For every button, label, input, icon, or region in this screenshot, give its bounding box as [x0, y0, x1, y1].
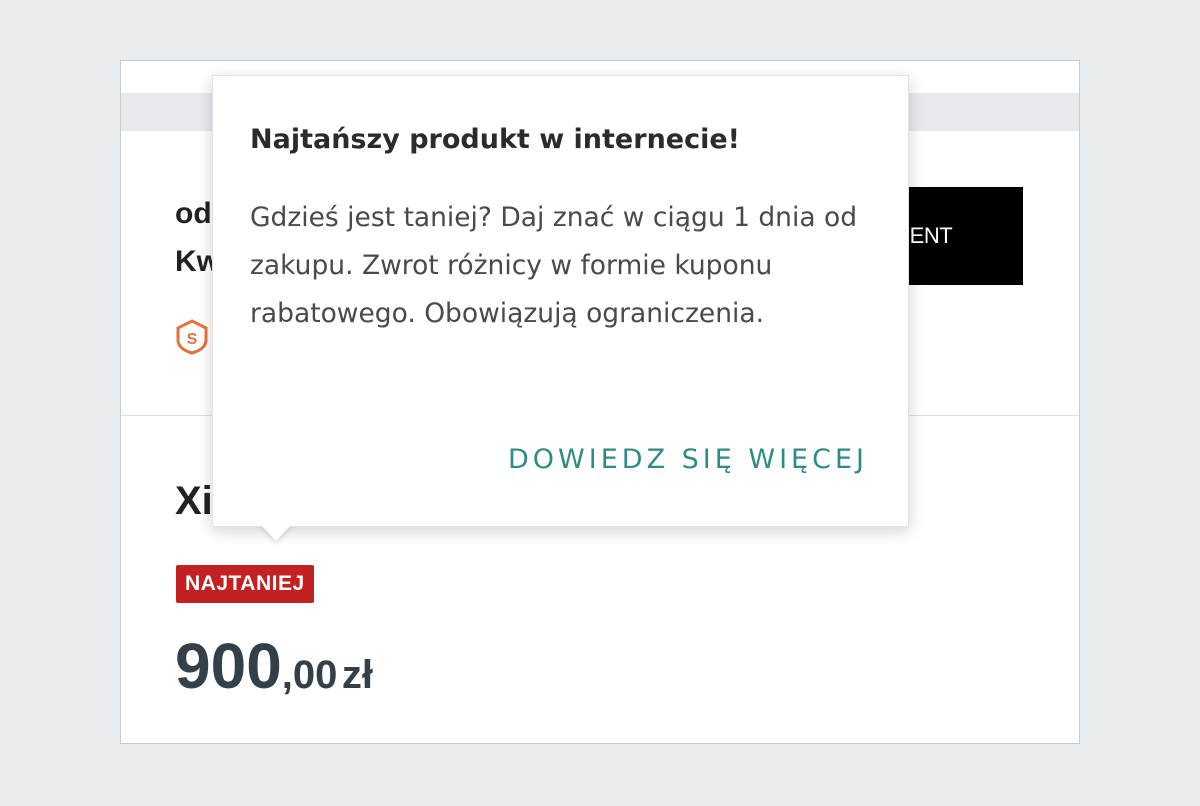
cheapest-badge[interactable]: NAJTANIEJ [176, 565, 314, 603]
svg-text:S: S [187, 331, 198, 348]
price-currency: zł [341, 653, 373, 697]
product-price: 900,00 zł [175, 629, 373, 703]
tooltip-body: Gdzieś jest taniej? Daj znać w ciągu 1 d… [250, 202, 858, 329]
tooltip-title: Najtańszy produkt w internecie! [250, 124, 740, 155]
price-decimal: ,00 [281, 653, 338, 697]
super-seller-shield-icon: S [175, 319, 209, 355]
cheapest-tooltip: Najtańszy produkt w internecie! Gdzieś j… [212, 75, 909, 541]
seller-name-line-1: od [175, 197, 212, 230]
price-integer: 900 [175, 630, 282, 702]
learn-more-link[interactable]: DOWIEDZ SIĘ WIĘCEJ [508, 444, 868, 475]
product-title[interactable]: Xi [175, 479, 213, 524]
tooltip-arrow [261, 525, 291, 541]
